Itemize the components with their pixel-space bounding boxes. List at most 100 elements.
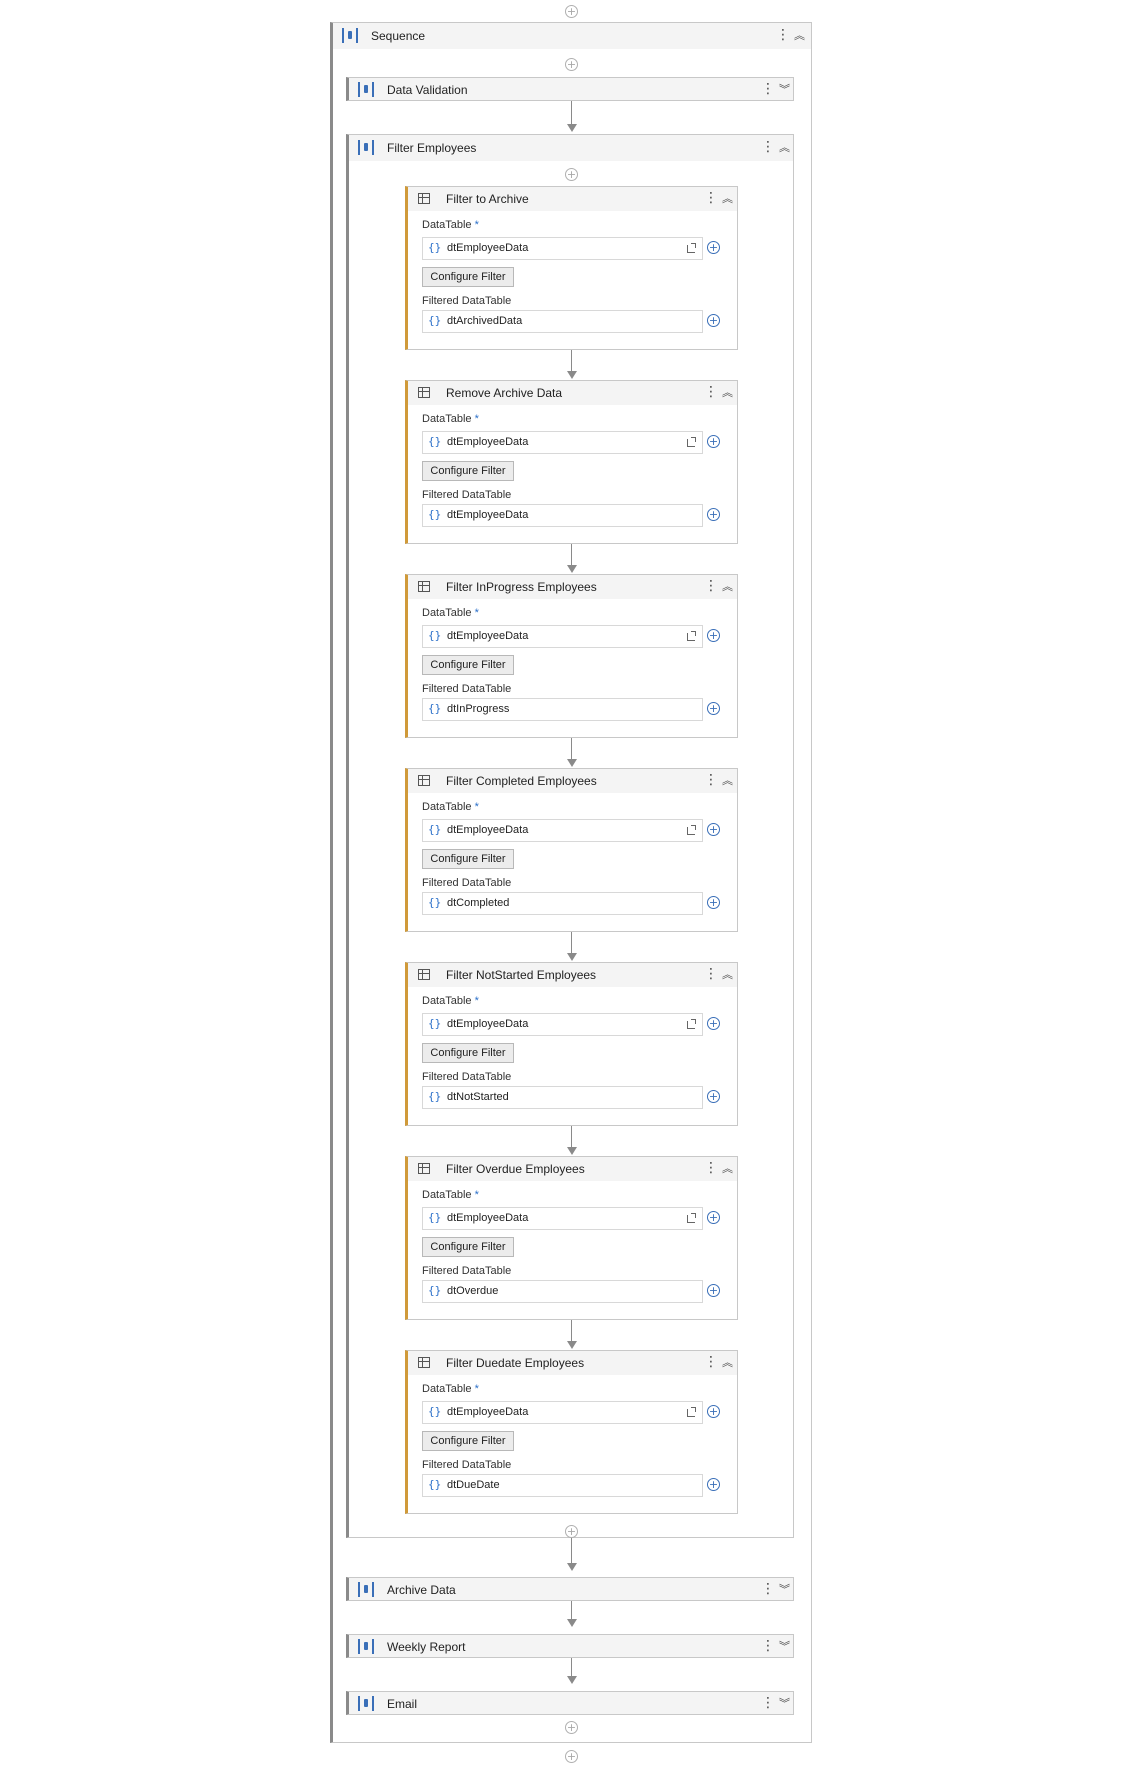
- plus-circle-icon[interactable]: +: [707, 702, 720, 715]
- chevron-double-up-icon[interactable]: ︽: [722, 1357, 733, 1368]
- plus-circle-icon[interactable]: +: [707, 629, 720, 642]
- chevron-double-down-icon[interactable]: ︾: [779, 1698, 790, 1709]
- configure-filter-button[interactable]: Configure Filter: [422, 461, 514, 481]
- more-options-icon[interactable]: ⋮: [704, 967, 718, 981]
- data-validation-sequence[interactable]: Data Validation ⋮ ︾: [346, 77, 794, 101]
- more-options-icon[interactable]: ⋮: [704, 773, 718, 787]
- insert-activity-icon[interactable]: +: [565, 58, 578, 71]
- more-options-icon[interactable]: ⋮: [761, 82, 775, 96]
- activity-header[interactable]: Filter Completed Employees ⋮ ︽: [408, 769, 737, 793]
- filtered-datatable-input[interactable]: {} dtDueDate: [422, 1474, 703, 1497]
- datatable-input-value: dtEmployeeData: [447, 824, 529, 836]
- more-options-icon[interactable]: ⋮: [761, 1696, 775, 1710]
- curly-braces-icon: {}: [428, 629, 442, 642]
- filter-data-table-activity[interactable]: Filter Completed Employees ⋮ ︽ DataTable…: [405, 768, 738, 932]
- insert-activity-top-icon[interactable]: +: [565, 5, 578, 18]
- chevron-double-up-icon[interactable]: ︽: [794, 30, 805, 41]
- more-options-icon[interactable]: ⋮: [704, 385, 718, 399]
- filtered-datatable-input[interactable]: {} dtEmployeeData: [422, 504, 703, 527]
- chevron-double-down-icon[interactable]: ︾: [779, 1641, 790, 1652]
- plus-circle-icon[interactable]: +: [707, 823, 720, 836]
- plus-circle-icon[interactable]: +: [707, 1090, 720, 1103]
- datatable-input[interactable]: {} dtEmployeeData: [422, 237, 703, 260]
- activity-header[interactable]: Filter to Archive ⋮ ︽: [408, 187, 737, 211]
- chevron-double-up-icon[interactable]: ︽: [722, 581, 733, 592]
- more-options-icon[interactable]: ⋮: [761, 1639, 775, 1653]
- configure-filter-button[interactable]: Configure Filter: [422, 267, 514, 287]
- plus-circle-icon[interactable]: +: [707, 1405, 720, 1418]
- chevron-double-down-icon[interactable]: ︾: [779, 1584, 790, 1595]
- expand-editor-icon[interactable]: [687, 243, 696, 253]
- filter-data-table-activity[interactable]: Filter Duedate Employees ⋮ ︽ DataTable *…: [405, 1350, 738, 1514]
- datatable-label-text: DataTable: [422, 1383, 472, 1395]
- activity-header[interactable]: Remove Archive Data ⋮ ︽: [408, 381, 737, 405]
- filter-data-table-activity[interactable]: Filter InProgress Employees ⋮ ︽ DataTabl…: [405, 574, 738, 738]
- filter-data-table-activity[interactable]: Filter to Archive ⋮ ︽ DataTable * {} dtE…: [405, 186, 738, 350]
- filtered-datatable-input[interactable]: {} dtNotStarted: [422, 1086, 703, 1109]
- datatable-input[interactable]: {} dtEmployeeData: [422, 625, 703, 648]
- configure-filter-button[interactable]: Configure Filter: [422, 849, 514, 869]
- sequence-icon: [342, 28, 358, 43]
- expand-editor-icon[interactable]: [687, 825, 696, 835]
- activity-header[interactable]: Filter Overdue Employees ⋮ ︽: [408, 1157, 737, 1181]
- filter-data-table-activity[interactable]: Filter Overdue Employees ⋮ ︽ DataTable *…: [405, 1156, 738, 1320]
- chevron-double-down-icon[interactable]: ︾: [779, 84, 790, 95]
- configure-filter-button[interactable]: Configure Filter: [422, 1237, 514, 1257]
- more-options-icon[interactable]: ⋮: [761, 1582, 775, 1596]
- expand-editor-icon[interactable]: [687, 1019, 696, 1029]
- insert-activity-icon[interactable]: +: [565, 1721, 578, 1734]
- activity-header[interactable]: Filter Duedate Employees ⋮ ︽: [408, 1351, 737, 1375]
- plus-circle-icon[interactable]: +: [707, 896, 720, 909]
- chevron-double-up-icon[interactable]: ︽: [722, 387, 733, 398]
- chevron-double-up-icon[interactable]: ︽: [722, 193, 733, 204]
- datatable-input[interactable]: {} dtEmployeeData: [422, 431, 703, 454]
- activity-header[interactable]: Filter InProgress Employees ⋮ ︽: [408, 575, 737, 599]
- filtered-datatable-input[interactable]: {} dtArchivedData: [422, 310, 703, 333]
- plus-circle-icon[interactable]: +: [707, 241, 720, 254]
- chevron-double-up-icon[interactable]: ︽: [722, 775, 733, 786]
- chevron-double-up-icon[interactable]: ︽: [779, 142, 790, 153]
- datatable-input[interactable]: {} dtEmployeeData: [422, 1207, 703, 1230]
- insert-activity-bottom-icon[interactable]: +: [565, 1750, 578, 1763]
- email-sequence[interactable]: Email ⋮ ︾: [346, 1691, 794, 1715]
- more-options-icon[interactable]: ⋮: [704, 1161, 718, 1175]
- more-options-icon[interactable]: ⋮: [704, 1355, 718, 1369]
- filter-employees-header[interactable]: Filter Employees ⋮ ︽: [349, 135, 793, 161]
- datatable-input[interactable]: {} dtEmployeeData: [422, 1401, 703, 1424]
- insert-activity-icon[interactable]: +: [565, 1525, 578, 1538]
- insert-activity-icon[interactable]: +: [565, 168, 578, 181]
- datatable-input[interactable]: {} dtEmployeeData: [422, 819, 703, 842]
- more-options-icon[interactable]: ⋮: [761, 140, 775, 154]
- connector-line: [571, 101, 572, 125]
- plus-circle-icon[interactable]: +: [707, 314, 720, 327]
- configure-filter-button[interactable]: Configure Filter: [422, 1043, 514, 1063]
- plus-circle-icon[interactable]: +: [707, 1478, 720, 1491]
- filtered-datatable-input[interactable]: {} dtCompleted: [422, 892, 703, 915]
- expand-editor-icon[interactable]: [687, 631, 696, 641]
- archive-data-sequence[interactable]: Archive Data ⋮ ︾: [346, 1577, 794, 1601]
- more-options-icon[interactable]: ⋮: [704, 579, 718, 593]
- plus-circle-icon[interactable]: +: [707, 435, 720, 448]
- expand-editor-icon[interactable]: [687, 1407, 696, 1417]
- plus-circle-icon[interactable]: +: [707, 1211, 720, 1224]
- datatable-input[interactable]: {} dtEmployeeData: [422, 1013, 703, 1036]
- weekly-report-sequence[interactable]: Weekly Report ⋮ ︾: [346, 1634, 794, 1658]
- datatable-input-value: dtEmployeeData: [447, 1406, 529, 1418]
- configure-filter-button[interactable]: Configure Filter: [422, 655, 514, 675]
- plus-circle-icon[interactable]: +: [707, 508, 720, 521]
- activity-header[interactable]: Filter NotStarted Employees ⋮ ︽: [408, 963, 737, 987]
- chevron-double-up-icon[interactable]: ︽: [722, 1163, 733, 1174]
- expand-editor-icon[interactable]: [687, 1213, 696, 1223]
- chevron-double-up-icon[interactable]: ︽: [722, 969, 733, 980]
- root-sequence-header[interactable]: Sequence ⋮ ︽: [333, 23, 811, 49]
- filter-data-table-activity[interactable]: Remove Archive Data ⋮ ︽ DataTable * {} d…: [405, 380, 738, 544]
- expand-editor-icon[interactable]: [687, 437, 696, 447]
- plus-circle-icon[interactable]: +: [707, 1017, 720, 1030]
- more-options-icon[interactable]: ⋮: [776, 28, 790, 42]
- more-options-icon[interactable]: ⋮: [704, 191, 718, 205]
- filtered-datatable-input[interactable]: {} dtInProgress: [422, 698, 703, 721]
- filtered-datatable-input[interactable]: {} dtOverdue: [422, 1280, 703, 1303]
- configure-filter-button[interactable]: Configure Filter: [422, 1431, 514, 1451]
- plus-circle-icon[interactable]: +: [707, 1284, 720, 1297]
- filter-data-table-activity[interactable]: Filter NotStarted Employees ⋮ ︽ DataTabl…: [405, 962, 738, 1126]
